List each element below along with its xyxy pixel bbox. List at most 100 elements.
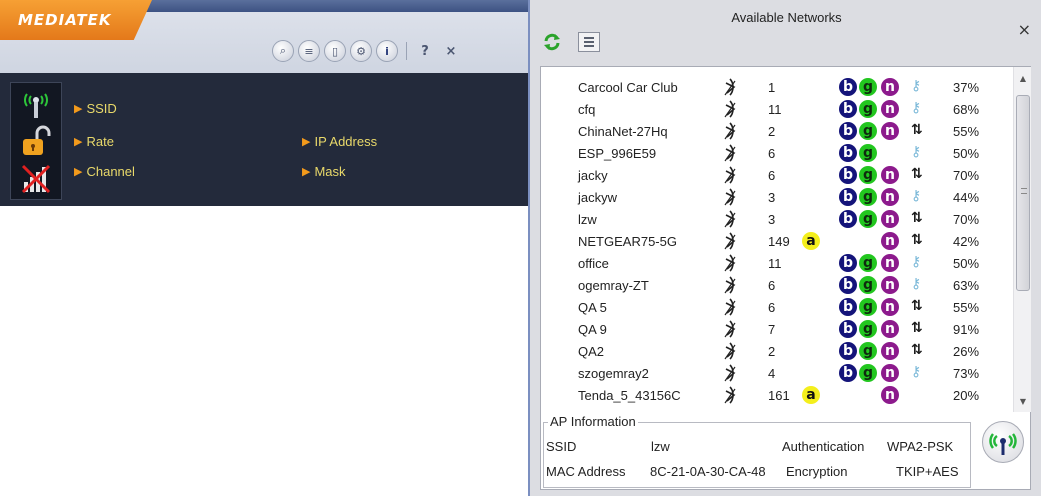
mode-n-badge-icon: n: [881, 320, 899, 338]
network-row[interactable]: office 11 b g n ⚷ 50%: [541, 253, 1013, 275]
signal-percentage: 63%: [953, 278, 980, 293]
mode-g-badge-icon: g: [859, 210, 877, 228]
signal-strength-icon: [722, 231, 742, 251]
network-channel: 3: [768, 212, 776, 227]
signal-strength-icon: [722, 165, 742, 185]
network-row[interactable]: jackyw 3 b g n ⚷ 44%: [541, 187, 1013, 209]
signal-percentage: 26%: [953, 344, 980, 359]
network-ssid: jackyw: [578, 190, 618, 205]
signal-tower-icon: [17, 85, 55, 121]
swap-arrows-icon: ⇅: [911, 122, 923, 138]
network-row[interactable]: ChinaNet-27Hq 2 b g n ⇅ 55%: [541, 121, 1013, 143]
signal-strength-icon: [722, 99, 742, 119]
mode-b-badge-icon: b: [839, 254, 857, 272]
ip-address-field: ▶ IP Address: [302, 134, 377, 149]
network-row[interactable]: cfq 11 b g n ⚷ 68%: [541, 99, 1013, 121]
network-channel: 161: [768, 388, 790, 403]
rate-label: Rate: [86, 134, 114, 149]
vertical-scrollbar[interactable]: ▲ ▼: [1013, 67, 1031, 412]
grip-icon: [1021, 188, 1027, 194]
scroll-up-arrow-icon[interactable]: ▲: [1014, 71, 1032, 87]
mode-g-badge-icon: g: [859, 276, 877, 294]
network-row[interactable]: Tenda_5_43156C 161 a n 20%: [541, 385, 1013, 407]
signal-percentage: 68%: [953, 102, 980, 117]
available-networks-window: Available Networks × Carcool Car Club 1 b g…: [528, 0, 1041, 496]
mode-g-badge-icon: g: [859, 166, 877, 184]
network-row[interactable]: jacky 6 b g n ⇅ 70%: [541, 165, 1013, 187]
utility-main-window: MEDIATEK ⌕ ≡ ▯ ⚙ i ? × ▶ SSID ▶ Rate ▶ C…: [0, 0, 528, 206]
signal-strength-icon: [722, 341, 742, 361]
close-button[interactable]: ×: [443, 44, 459, 59]
signal-strength-icon: [722, 143, 742, 163]
network-ssid: Tenda_5_43156C: [578, 388, 681, 403]
copy-icon[interactable]: ▯: [324, 40, 346, 62]
utility-titlebar[interactable]: [140, 0, 528, 12]
mode-g-badge-icon: g: [859, 254, 877, 272]
network-ssid: QA2: [578, 344, 605, 359]
refresh-icon[interactable]: [542, 32, 562, 52]
network-channel: 7: [768, 322, 776, 337]
toolbar-divider: [406, 42, 407, 60]
mode-b-badge-icon: b: [839, 122, 857, 140]
list-view-icon[interactable]: [578, 32, 600, 52]
network-ssid: office: [578, 256, 609, 271]
mode-n-badge-icon: n: [881, 386, 899, 404]
status-icon-column: [10, 82, 62, 200]
info-icon[interactable]: i: [376, 40, 398, 62]
swap-arrows-icon: ⇅: [911, 320, 923, 336]
network-row[interactable]: QA 9 7 b g n ⇅ 91%: [541, 319, 1013, 341]
network-channel: 2: [768, 124, 776, 139]
signal-strength-icon: [722, 363, 742, 383]
arrow-icon: ▶: [74, 102, 83, 115]
signal-percentage: 50%: [953, 146, 980, 161]
network-ssid: lzw: [578, 212, 597, 227]
scroll-down-arrow-icon[interactable]: ▼: [1014, 394, 1032, 410]
mode-b-badge-icon: b: [839, 210, 857, 228]
settings-icon[interactable]: ⚙: [350, 40, 372, 62]
ssid-label: SSID: [86, 101, 117, 116]
key-icon: ⚷: [911, 188, 922, 204]
network-row[interactable]: ogemray-ZT 6 b g n ⚷ 63%: [541, 275, 1013, 297]
ap-ssid-label: SSID: [546, 439, 577, 454]
signal-strength-icon: [722, 253, 742, 273]
mode-g-badge-icon: g: [859, 78, 877, 96]
signal-percentage: 70%: [953, 168, 980, 183]
key-icon: ⚷: [911, 364, 922, 380]
help-button[interactable]: ?: [417, 44, 433, 59]
network-row[interactable]: ESP_996E59 6 b g ⚷ 50%: [541, 143, 1013, 165]
key-icon: ⚷: [911, 276, 922, 292]
mode-n-badge-icon: n: [881, 78, 899, 96]
mode-n-badge-icon: n: [881, 100, 899, 118]
mode-n-badge-icon: n: [881, 232, 899, 250]
network-row[interactable]: QA2 2 b g n ⇅ 26%: [541, 341, 1013, 363]
key-icon: ⚷: [911, 78, 922, 94]
close-button[interactable]: ×: [1018, 20, 1031, 39]
mode-n-badge-icon: n: [881, 276, 899, 294]
mode-b-badge-icon: b: [839, 276, 857, 294]
network-row[interactable]: lzw 3 b g n ⇅ 70%: [541, 209, 1013, 231]
network-row[interactable]: NETGEAR75-5G 149 a n ⇅ 42%: [541, 231, 1013, 253]
arrow-icon: ▶: [302, 165, 311, 178]
signal-strength-icon: [722, 385, 742, 405]
ap-mac-address-label: MAC Address: [546, 464, 626, 479]
list-icon[interactable]: ≡: [298, 40, 320, 62]
mode-a-badge-icon: a: [802, 232, 820, 250]
signal-tower-icon[interactable]: [982, 421, 1024, 463]
network-row[interactable]: QA 5 6 b g n ⇅ 55%: [541, 297, 1013, 319]
signal-strength-icon: [722, 187, 742, 207]
mode-n-badge-icon: n: [881, 342, 899, 360]
network-ssid: ogemray-ZT: [578, 278, 649, 293]
mode-b-badge-icon: b: [839, 78, 857, 96]
signal-strength-icon: [722, 77, 742, 97]
search-icon[interactable]: ⌕: [272, 40, 294, 62]
ap-information-legend: AP Information: [548, 414, 638, 429]
mask-field: ▶ Mask: [302, 164, 346, 179]
network-row[interactable]: szogemray2 4 b g n ⚷ 73%: [541, 363, 1013, 385]
ap-authentication-label: Authentication: [782, 439, 865, 454]
rate-field: ▶ Rate: [74, 134, 114, 149]
connection-info-panel: ▶ SSID ▶ Rate ▶ Channel ▶ IP Address ▶ M…: [0, 73, 528, 206]
swap-arrows-icon: ⇅: [911, 232, 923, 248]
network-row[interactable]: Carcool Car Club 1 b g n ⚷ 37%: [541, 77, 1013, 99]
mode-b-badge-icon: b: [839, 298, 857, 316]
scroll-thumb[interactable]: [1016, 95, 1030, 291]
